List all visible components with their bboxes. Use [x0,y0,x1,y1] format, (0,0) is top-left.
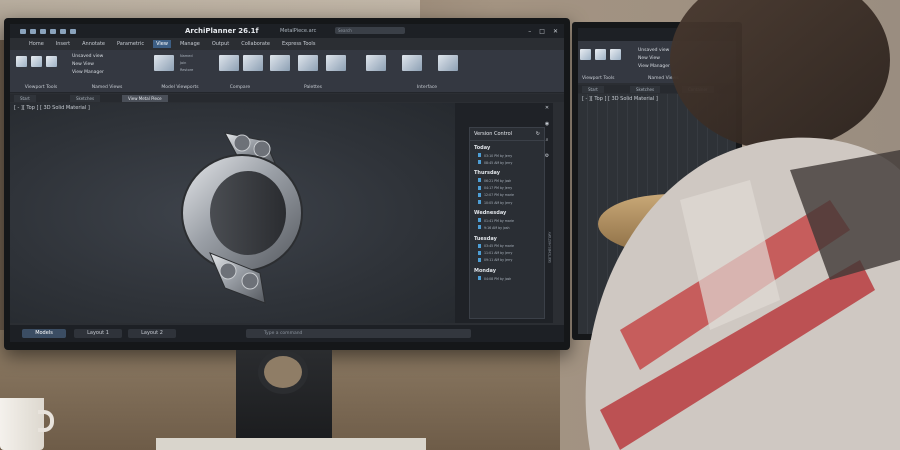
tab-output[interactable]: Output [209,40,232,48]
ribbon-tabs: Home Insert Annotate Parametric View Man… [26,40,318,48]
tab-view[interactable]: View [153,40,171,48]
left-view-cube-icon[interactable] [16,56,27,67]
open-folder-icon[interactable] [30,28,36,34]
search-input[interactable]: Search [335,27,405,34]
user-interface-icon[interactable] [438,55,458,71]
quick-access-toolbar [20,28,76,34]
metal-pipe-clamp-model[interactable] [10,103,455,323]
viewport-tools-label: Viewport Tools [24,85,58,90]
compare-drawings-icon[interactable] [219,55,239,71]
cad-application-screen: ArchiPlanner 26.1f MetalPiece.arc Search… [10,24,564,342]
model-viewports-group: Named Join Restore Model Viewports [150,52,210,90]
tab-collaborate[interactable]: Collaborate [238,40,273,48]
ribbon-panel: Viewport Tools Unsaved view New View Vie… [10,50,564,93]
top-view-cube-icon[interactable] [31,56,42,67]
interface-label: Interface [416,85,438,90]
right-view-cube-icon[interactable] [46,56,57,67]
tab-parametric[interactable]: Parametric [114,40,147,48]
desk-surface [156,438,426,450]
print-icon[interactable] [50,28,56,34]
tab-express-tools[interactable]: Express Tools [279,40,318,48]
status-bar: Models Layout 1 Layout 2 Type a command [10,325,564,342]
command-line-input[interactable]: Type a command [246,329,471,338]
tab-insert[interactable]: Insert [53,40,73,48]
sheet-set-icon[interactable] [326,55,346,71]
tab-sketches[interactable]: Sketches [70,95,101,102]
undo-icon[interactable] [60,28,66,34]
main-monitor: ArchiPlanner 26.1f MetalPiece.arc Search… [4,18,570,350]
redo-icon[interactable] [70,28,76,34]
named-views-group: Named Views [72,52,142,90]
palettes-label: Palettes [304,85,322,90]
file-name: MetalPiece.arc [280,28,317,34]
tab-annotate[interactable]: Annotate [79,40,108,48]
document-tabs: Start Sketches View Metal Piece [10,94,564,102]
tab-home[interactable]: Home [26,40,47,48]
restore-viewport-button[interactable]: Restore [180,68,193,72]
app-title: ArchiPlanner 26.1f [185,27,259,35]
named-views-label: Named Views [91,85,123,90]
named-viewport-button[interactable]: Named [180,54,193,58]
viewport-tools-group: Viewport Tools [14,52,68,90]
save-icon[interactable] [40,28,46,34]
tab-start[interactable]: Start [14,95,36,102]
model-viewports-label: Model Viewports [161,85,199,90]
tab-manage[interactable]: Manage [177,40,203,48]
tile-windows-icon[interactable] [402,55,422,71]
interface-group: Interface [362,52,492,90]
new-file-icon[interactable] [20,28,26,34]
compare-external-icon[interactable] [243,55,263,71]
compare-label: Compare [229,85,251,90]
palettes-group: Palettes [268,52,358,90]
tab-layout-1[interactable]: Layout 1 [74,329,122,338]
tool-palettes-icon[interactable] [270,55,290,71]
tab-layout-2[interactable]: Layout 2 [128,329,176,338]
3d-viewport[interactable]: [ - ][ Top ] [ 3D Solid Material ] [10,103,455,323]
version-control-title: Version Control [474,131,513,137]
switch-windows-icon[interactable] [366,55,386,71]
properties-icon[interactable] [298,55,318,71]
title-bar: ArchiPlanner 26.1f MetalPiece.arc Search… [10,24,564,38]
tab-models[interactable]: Models [22,329,66,338]
join-viewport-button[interactable]: Join [180,61,186,65]
viewport-configuration-icon[interactable] [154,55,174,71]
compare-group: Compare [215,52,265,90]
person-foreground [585,0,900,450]
tab-view-metal-piece[interactable]: View Metal Piece [122,95,168,102]
monitor-stand-cable-hole [258,350,308,394]
